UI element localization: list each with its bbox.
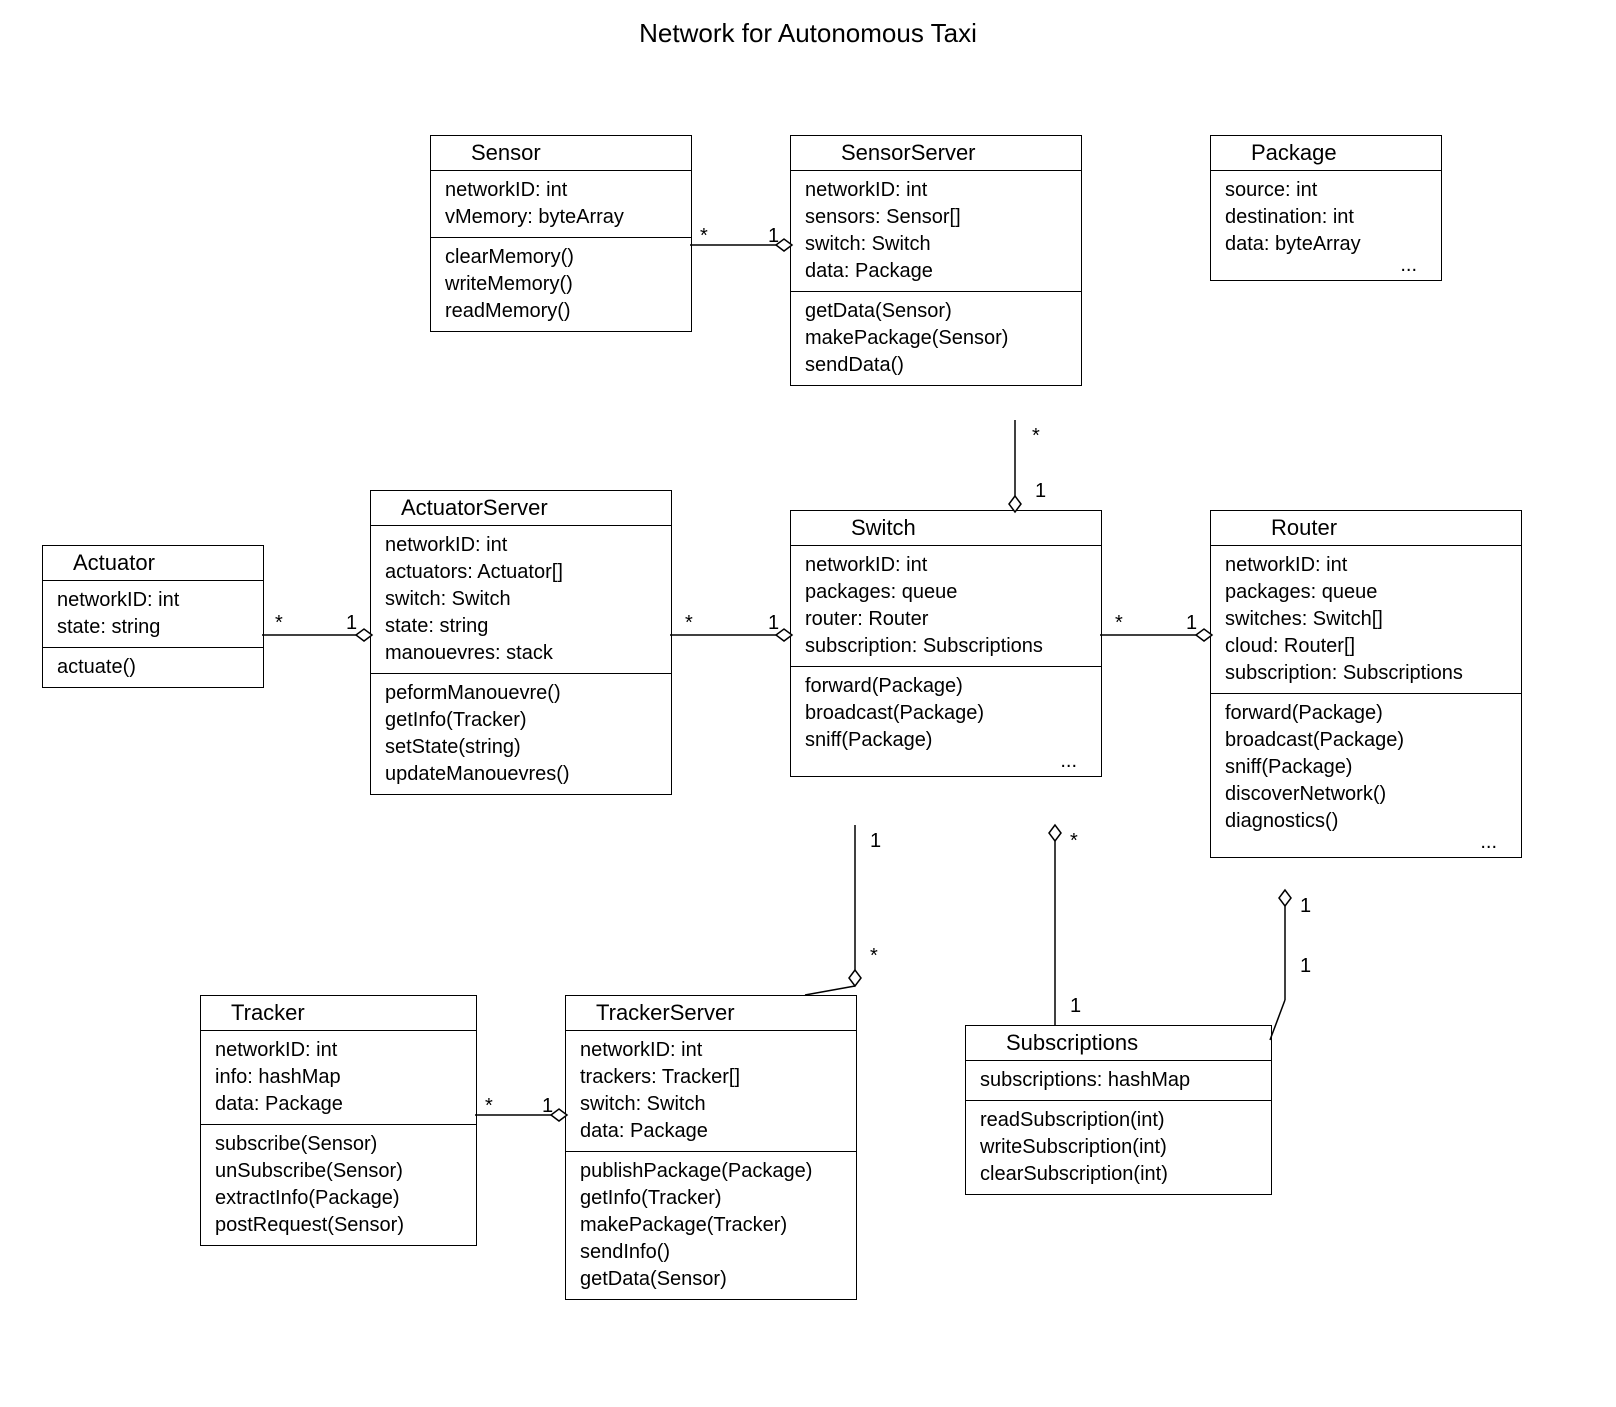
mult-switch-router-l: * [1115, 612, 1123, 635]
class-actuator-name: Actuator [43, 546, 263, 581]
class-package-attrs: source: int destination: int data: byteA… [1211, 171, 1441, 280]
class-trackerserver-name: TrackerServer [566, 996, 856, 1031]
mult-router-subs-t: 1 [1300, 895, 1311, 918]
class-actuatorserver-methods: peformManouevre() getInfo(Tracker) setSt… [371, 674, 671, 794]
class-sensor-attrs: networkID: int vMemory: byteArray [431, 171, 691, 238]
class-tracker: Tracker networkID: int info: hashMap dat… [200, 995, 477, 1246]
diagram-title: Network for Autonomous Taxi [0, 18, 1616, 49]
class-sensor: Sensor networkID: int vMemory: byteArray… [430, 135, 692, 332]
mult-tracker-l: * [485, 1095, 493, 1118]
class-trackerserver-methods: publishPackage(Package) getInfo(Tracker)… [566, 1152, 856, 1299]
class-actuatorserver-name: ActuatorServer [371, 491, 671, 526]
class-switch-name: Switch [791, 511, 1101, 546]
class-actuatorserver: ActuatorServer networkID: int actuators:… [370, 490, 672, 795]
class-package: Package source: int destination: int dat… [1210, 135, 1442, 281]
class-subscriptions-name: Subscriptions [966, 1026, 1271, 1061]
class-sensorserver: SensorServer networkID: int sensors: Sen… [790, 135, 1082, 386]
class-router-methods: forward(Package) broadcast(Package) snif… [1211, 694, 1521, 857]
class-switch-methods: forward(Package) broadcast(Package) snif… [791, 667, 1101, 776]
class-tracker-methods: subscribe(Sensor) unSubscribe(Sensor) ex… [201, 1125, 476, 1245]
mult-actsrv-switch-l: * [685, 612, 693, 635]
mult-sensor-right: 1 [768, 225, 779, 248]
class-sensor-methods: clearMemory() writeMemory() readMemory() [431, 238, 691, 331]
mult-tracker-r: 1 [542, 1095, 553, 1118]
mult-switch-tracker-t: 1 [870, 830, 881, 853]
class-trackerserver: TrackerServer networkID: int trackers: T… [565, 995, 857, 1300]
class-subscriptions: Subscriptions subscriptions: hashMap rea… [965, 1025, 1272, 1195]
class-sensorserver-name: SensorServer [791, 136, 1081, 171]
mult-router-subs-b: 1 [1300, 955, 1311, 978]
mult-switch-subs-t: * [1070, 830, 1078, 853]
mult-actsrv-switch-r: 1 [768, 612, 779, 635]
class-switch: Switch networkID: int packages: queue ro… [790, 510, 1102, 777]
class-tracker-name: Tracker [201, 996, 476, 1031]
mult-sensorserver-switch-b: 1 [1035, 480, 1046, 503]
class-actuatorserver-attrs: networkID: int actuators: Actuator[] swi… [371, 526, 671, 674]
mult-switch-tracker-b: * [870, 945, 878, 968]
class-sensorserver-methods: getData(Sensor) makePackage(Sensor) send… [791, 292, 1081, 385]
mult-switch-router-r: 1 [1186, 612, 1197, 635]
class-sensor-name: Sensor [431, 136, 691, 171]
class-switch-attrs: networkID: int packages: queue router: R… [791, 546, 1101, 667]
class-sensorserver-attrs: networkID: int sensors: Sensor[] switch:… [791, 171, 1081, 292]
class-router: Router networkID: int packages: queue sw… [1210, 510, 1522, 858]
class-tracker-attrs: networkID: int info: hashMap data: Packa… [201, 1031, 476, 1125]
mult-switch-subs-b: 1 [1070, 995, 1081, 1018]
mult-sensor-left: * [700, 225, 708, 248]
class-router-name: Router [1211, 511, 1521, 546]
mult-sensorserver-switch-t: * [1032, 425, 1040, 448]
class-trackerserver-attrs: networkID: int trackers: Tracker[] switc… [566, 1031, 856, 1152]
mult-actuator-l: * [275, 612, 283, 635]
class-subscriptions-methods: readSubscription(int) writeSubscription(… [966, 1101, 1271, 1194]
class-subscriptions-attrs: subscriptions: hashMap [966, 1061, 1271, 1101]
class-package-name: Package [1211, 136, 1441, 171]
class-actuator-attrs: networkID: int state: string [43, 581, 263, 648]
class-actuator-methods: actuate() [43, 648, 263, 687]
class-router-attrs: networkID: int packages: queue switches:… [1211, 546, 1521, 694]
class-actuator: Actuator networkID: int state: string ac… [42, 545, 264, 688]
mult-actuator-r: 1 [346, 612, 357, 635]
